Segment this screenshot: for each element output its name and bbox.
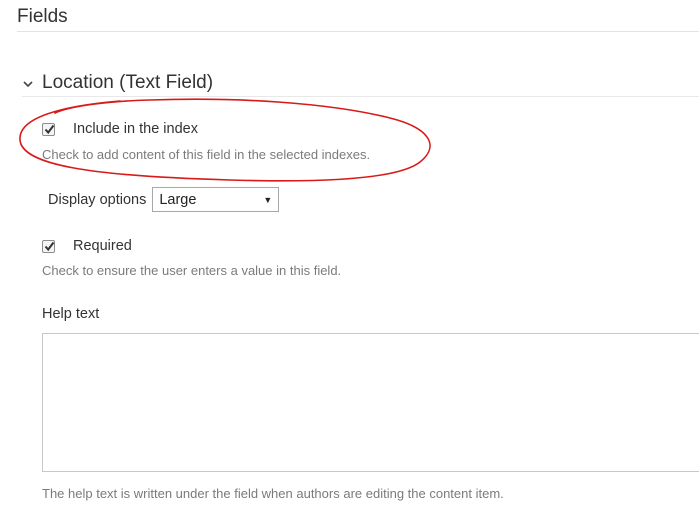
section-title: Location (Text Field) — [42, 72, 214, 93]
checkmark-icon — [44, 124, 55, 134]
include-in-index-label[interactable]: Include in the index — [73, 121, 198, 137]
help-text-textarea[interactable] — [42, 333, 699, 472]
display-options-select[interactable]: Large ▼ — [152, 187, 280, 212]
include-in-index-hint: Check to add content of this field in th… — [42, 147, 371, 162]
help-text-hint: The help text is written under the field… — [42, 486, 504, 501]
include-in-index-checkbox[interactable] — [42, 122, 55, 136]
checkmark-icon — [44, 241, 55, 251]
content-field-settings: Fields Location (Text Field) Include in … — [0, 0, 699, 527]
display-options-label: Display options — [48, 191, 147, 208]
required-row: Required — [42, 238, 132, 254]
display-options-selected-value: Large — [159, 191, 197, 208]
required-hint: Check to ensure the user enters a value … — [42, 263, 342, 278]
required-label[interactable]: Required — [73, 238, 132, 254]
page-title: Fields — [17, 6, 68, 27]
display-options-row: Display options Large ▼ — [48, 187, 280, 212]
section-header-location[interactable]: Location (Text Field) — [22, 71, 213, 95]
required-checkbox[interactable] — [42, 239, 55, 253]
chevron-down-icon[interactable] — [22, 77, 34, 89]
include-in-index-row: Include in the index — [42, 121, 198, 137]
dropdown-arrow-icon: ▼ — [263, 194, 273, 205]
title-divider — [17, 31, 699, 32]
help-text-label: Help text — [42, 306, 100, 322]
section-divider — [22, 96, 699, 97]
